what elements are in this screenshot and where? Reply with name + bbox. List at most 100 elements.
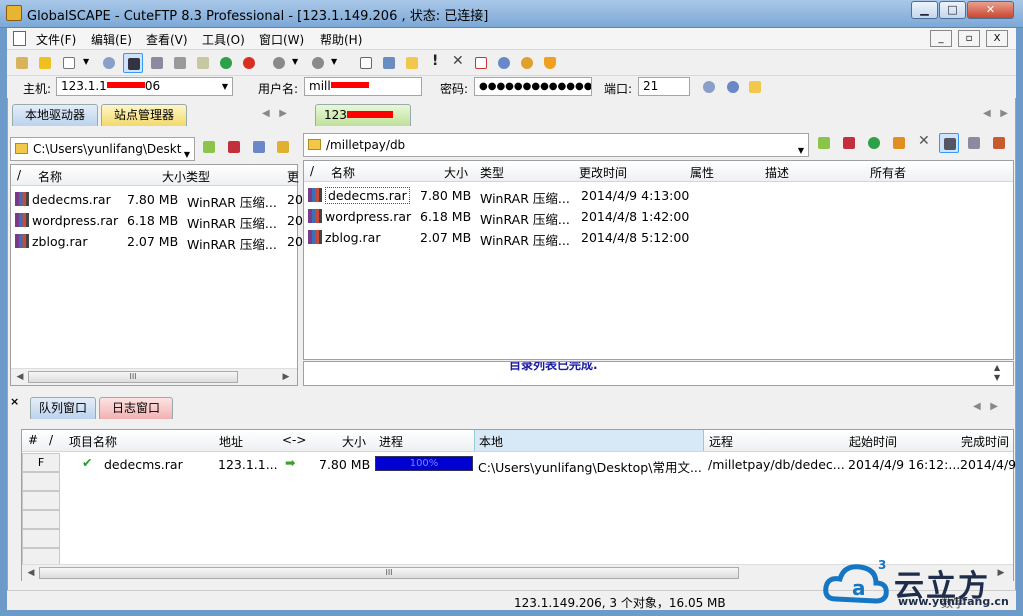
headset-icon[interactable]	[517, 53, 537, 73]
col-local[interactable]: 本地	[474, 430, 704, 451]
remote-properties-icon[interactable]	[989, 133, 1009, 153]
col-attributes[interactable]: 属性	[690, 164, 714, 181]
local-hscrollbar[interactable]: ◀ III ▶	[11, 368, 297, 385]
log-scroll-arrows[interactable]: ▲ ▼	[994, 363, 1000, 383]
remote-connect-icon[interactable]	[964, 133, 984, 153]
local-sync-icon[interactable]	[273, 137, 293, 157]
col-direction[interactable]: <->	[282, 433, 306, 447]
remote-up-folder-icon[interactable]	[814, 133, 834, 153]
password-input[interactable]: ●●●●●●●●●●●●●●	[474, 77, 592, 96]
edit-file-icon[interactable]	[356, 53, 376, 73]
close-button[interactable]: ✕	[967, 1, 1014, 19]
remote-refresh-icon[interactable]	[864, 133, 884, 153]
tab-local-drives[interactable]: 本地驱动器	[12, 104, 98, 126]
username-input[interactable]: mill	[304, 77, 422, 96]
col-progress[interactable]: 进程	[379, 433, 403, 450]
col-owner[interactable]: 所有者	[870, 164, 906, 181]
maximize-button[interactable]: □	[939, 1, 966, 19]
list-item[interactable]: zblog.rar 2.07 MB WinRAR 压缩... 20	[11, 231, 303, 252]
delete-icon[interactable]: ✕	[448, 53, 468, 73]
local-up-folder-icon[interactable]	[199, 137, 219, 157]
stop-icon[interactable]	[239, 53, 259, 73]
exclamation-icon[interactable]: !	[425, 53, 445, 73]
col-type[interactable]: 类型	[186, 168, 210, 185]
menu-view[interactable]: 查看(V)	[146, 31, 188, 48]
minimize-button[interactable]: ▁	[911, 1, 938, 19]
col-modified[interactable]: 更改时间	[579, 164, 627, 181]
new-site-icon[interactable]	[59, 53, 79, 73]
col-remote[interactable]: 远程	[709, 433, 733, 450]
refresh-icon[interactable]	[216, 53, 236, 73]
settings-icon[interactable]	[723, 77, 743, 97]
mdi-close-button[interactable]: X	[986, 30, 1008, 47]
queue-close-button[interactable]: ×	[10, 395, 19, 408]
quick-connect-icon[interactable]	[699, 77, 719, 97]
col-end-time[interactable]: 完成时间	[961, 433, 1009, 450]
host-input[interactable]: 123.1.1 06 ▼	[56, 77, 233, 96]
shield-icon[interactable]	[540, 53, 560, 73]
local-path-combo[interactable]: C:\Users\yunlifang\Deskt ▼	[10, 137, 195, 161]
col-type[interactable]: 类型	[480, 164, 504, 181]
connect-icon[interactable]	[99, 53, 119, 73]
menu-edit[interactable]: 编辑(E)	[91, 31, 132, 48]
document-icon[interactable]	[13, 31, 26, 46]
col-item-name[interactable]: 项目名称	[69, 433, 117, 450]
scroll-thumb[interactable]: III	[39, 567, 739, 579]
remote-path-combo[interactable]: /milletpay/db ▼	[303, 133, 809, 157]
add-site-icon[interactable]	[745, 77, 765, 97]
col-description[interactable]: 描述	[765, 164, 789, 181]
left-tab-scroll-arrows[interactable]: ◀ ▶	[262, 108, 287, 119]
remote-move-icon[interactable]	[889, 133, 909, 153]
col-sort[interactable]: /	[310, 164, 314, 178]
reconnect-icon[interactable]	[147, 53, 167, 73]
pointer-icon[interactable]	[123, 53, 143, 73]
local-properties-icon[interactable]	[249, 137, 269, 157]
gear-icon[interactable]	[494, 53, 514, 73]
mdi-restore-button[interactable]: ▫	[958, 30, 980, 47]
col-modified[interactable]: 更	[287, 168, 299, 185]
mdi-minimize-button[interactable]: _	[930, 30, 952, 47]
properties-icon[interactable]	[379, 53, 399, 73]
dropdown-icon[interactable]: ▼	[77, 53, 97, 73]
checklist-icon[interactable]	[471, 53, 491, 73]
col-start-time[interactable]: 起始时间	[849, 433, 897, 450]
menu-window[interactable]: 窗口(W)	[259, 31, 304, 48]
disconnect-icon[interactable]	[170, 53, 190, 73]
tab-log-window[interactable]: 日志窗口	[99, 397, 173, 419]
col-size[interactable]: 大小	[342, 433, 366, 450]
scroll-thumb[interactable]: III	[28, 371, 238, 383]
calculator-icon[interactable]	[193, 53, 213, 73]
table-row[interactable]: ✔ dedecms.rar 123.1.1... ➡ 7.80 MB 100% …	[62, 454, 1016, 475]
list-item[interactable]: wordpress.rar 6.18 MB WinRAR 压缩... 2014/…	[304, 206, 1013, 227]
remote-view-details-icon[interactable]	[939, 133, 959, 153]
col-size[interactable]: 大小	[444, 164, 468, 181]
new-folder-icon[interactable]	[402, 53, 422, 73]
list-item[interactable]: dedecms.rar 7.80 MB WinRAR 压缩... 2014/4/…	[304, 185, 1013, 206]
queue-tab-scroll-arrows[interactable]: ◀ ▶	[973, 401, 998, 412]
tab-queue-window[interactable]: 队列窗口	[30, 397, 96, 419]
list-item[interactable]: zblog.rar 2.07 MB WinRAR 压缩... 2014/4/8 …	[304, 227, 1013, 248]
open-book-icon[interactable]	[12, 53, 32, 73]
wizard-icon[interactable]	[35, 53, 55, 73]
col-name[interactable]: 名称	[331, 164, 355, 181]
col-address[interactable]: 地址	[219, 433, 243, 450]
remote-delete-icon[interactable]	[839, 133, 859, 153]
local-delete-icon[interactable]	[224, 137, 244, 157]
tab-site-manager[interactable]: 站点管理器	[101, 104, 187, 126]
menu-tools[interactable]: 工具(O)	[202, 31, 245, 48]
menu-help[interactable]: 帮助(H)	[320, 31, 362, 48]
list-item[interactable]: dedecms.rar 7.80 MB WinRAR 压缩... 20	[11, 189, 303, 210]
col-size[interactable]: 大小	[162, 168, 186, 185]
col-index[interactable]: #	[28, 433, 38, 447]
col-sort[interactable]: /	[49, 433, 53, 447]
download-dropdown-icon[interactable]: ▼	[286, 53, 306, 73]
col-name[interactable]: 名称	[38, 168, 62, 185]
remote-close-icon[interactable]: ✕	[914, 133, 934, 153]
app-icon[interactable]	[6, 5, 22, 21]
upload-dropdown-icon[interactable]: ▼	[325, 53, 345, 73]
right-tab-scroll-arrows[interactable]: ◀ ▶	[983, 108, 1008, 119]
col-sort[interactable]: /	[17, 168, 21, 182]
tab-remote-site[interactable]: 123	[315, 104, 411, 126]
port-input[interactable]: 21	[638, 77, 690, 96]
list-item[interactable]: wordpress.rar 6.18 MB WinRAR 压缩... 20	[11, 210, 303, 231]
